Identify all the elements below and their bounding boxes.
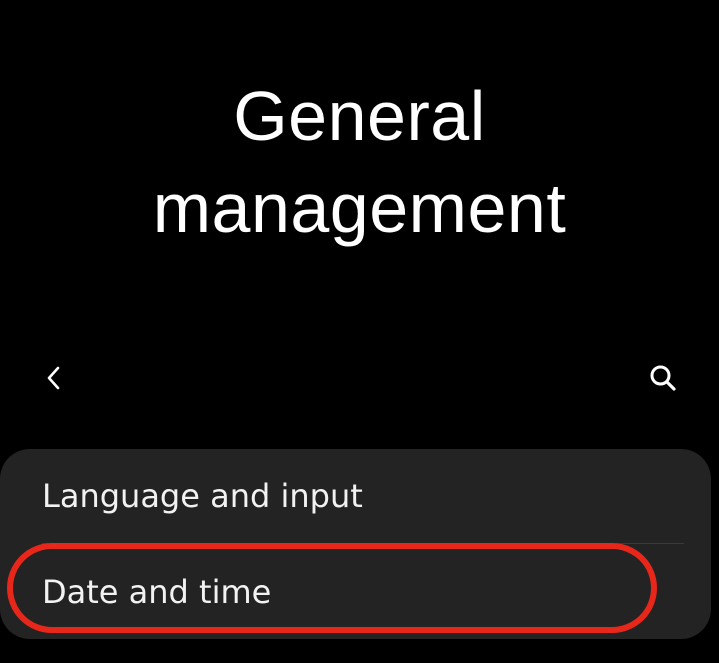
back-button[interactable] bbox=[26, 350, 82, 406]
divider bbox=[42, 543, 684, 544]
menu-item-language-and-input[interactable]: Language and input bbox=[0, 449, 711, 543]
chevron-left-icon bbox=[47, 366, 60, 390]
menu-item-label: Language and input bbox=[42, 477, 363, 515]
search-button[interactable] bbox=[635, 350, 691, 406]
page-title-line-1: General bbox=[233, 77, 486, 155]
settings-card: Language and input Date and time bbox=[0, 449, 711, 639]
menu-item-label: Date and time bbox=[42, 573, 272, 611]
menu-item-date-and-time[interactable]: Date and time bbox=[0, 545, 711, 639]
page-title: General management bbox=[0, 70, 719, 254]
search-icon bbox=[650, 365, 676, 391]
page-title-line-2: management bbox=[152, 169, 567, 247]
